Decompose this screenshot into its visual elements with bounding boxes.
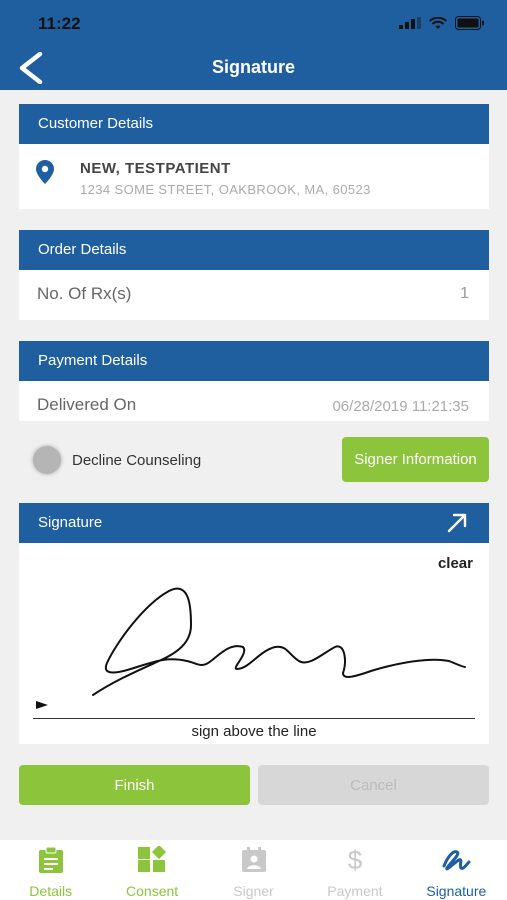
tab-signature-label: Signature	[426, 883, 487, 899]
tab-consent-label: Consent	[126, 883, 179, 899]
status-bar: 11:22	[0, 0, 507, 44]
sign-line-marker-icon	[36, 701, 48, 709]
customer-address: 1234 SOME STREET, OAKBROOK, MA, 60523	[80, 182, 371, 197]
status-icons	[399, 16, 485, 30]
rx-count-row: No. Of Rx(s) 1	[19, 270, 489, 320]
signature-pad[interactable]: clear sign above the line	[19, 543, 489, 744]
battery-icon	[455, 16, 484, 30]
signature-icon	[442, 850, 471, 871]
payment-details-header: Payment Details	[19, 341, 489, 381]
consent-icon	[138, 846, 167, 872]
delivered-on-value: 06/28/2019 11:21:35	[332, 398, 469, 415]
delivered-on-row: Delivered On 06/28/2019 11:21:35	[19, 381, 489, 431]
page-title: Signature	[211, 57, 295, 77]
svg-text:$: $	[348, 846, 363, 874]
customer-details-header: Customer Details	[19, 104, 489, 144]
tab-details[interactable]: Details	[0, 840, 101, 900]
signature-header-label: Signature	[38, 514, 103, 531]
status-time: 11:22	[38, 14, 81, 33]
signature-stroke	[92, 587, 466, 696]
rx-count-value: 1	[460, 285, 469, 302]
finish-button[interactable]: Finish	[19, 765, 250, 805]
dollar-icon: $	[348, 846, 363, 874]
customer-name: NEW, TESTPATIENT	[80, 160, 231, 177]
rx-count-label: No. Of Rx(s)	[37, 284, 132, 303]
cancel-button[interactable]: Cancel	[258, 765, 489, 805]
nav-bar: Signature	[0, 44, 507, 90]
customer-details-body: NEW, TESTPATIENT 1234 SOME STREET, OAKBR…	[19, 144, 489, 209]
payment-details-card: Payment Details Delivered On 06/28/2019 …	[19, 341, 489, 421]
decline-counseling-toggle[interactable]: Decline Counseling	[33, 446, 201, 474]
expand-arrow-icon[interactable]	[447, 513, 467, 533]
order-details-header: Order Details	[19, 230, 489, 270]
delivered-on-label: Delivered On	[37, 395, 137, 414]
signature-line	[33, 718, 475, 719]
tab-signature[interactable]: Signature	[406, 840, 507, 900]
bottom-tab-bar: Details Consent Signer $ Payment Signatu…	[0, 840, 507, 900]
signature-header: Signature	[19, 503, 489, 543]
tab-payment[interactable]: $ Payment	[304, 840, 405, 900]
clipboard-icon	[38, 846, 63, 873]
tab-details-label: Details	[29, 883, 73, 899]
signer-information-button[interactable]: Signer Information	[342, 437, 489, 482]
decline-counseling-checkbox[interactable]	[33, 446, 61, 474]
tab-payment-label: Payment	[327, 883, 383, 899]
id-card-icon	[241, 847, 266, 872]
customer-details-card: Customer Details NEW, TESTPATIENT 1234 S…	[19, 104, 489, 209]
cellular-signal-icon	[399, 17, 421, 29]
wifi-icon	[429, 16, 447, 29]
tab-consent[interactable]: Consent	[101, 840, 202, 900]
order-details-card: Order Details No. Of Rx(s) 1	[19, 230, 489, 320]
sign-hint: sign above the line	[191, 723, 317, 740]
decline-counseling-label: Decline Counseling	[72, 451, 202, 469]
signature-card: Signature clear sign above the line	[19, 503, 489, 744]
tab-signer-label: Signer	[233, 883, 274, 899]
tab-signer[interactable]: Signer	[203, 840, 304, 900]
location-pin-icon	[36, 160, 54, 184]
